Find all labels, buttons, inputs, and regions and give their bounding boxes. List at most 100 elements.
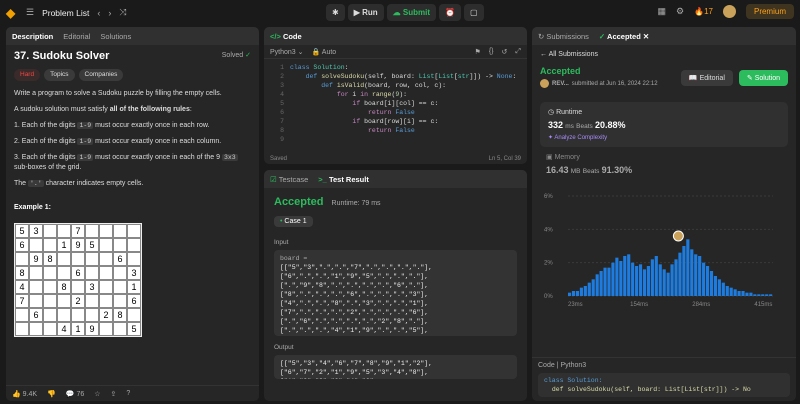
runtime-bar[interactable] bbox=[749, 292, 753, 296]
runtime-bar[interactable] bbox=[670, 264, 674, 296]
runtime-bar[interactable] bbox=[769, 294, 773, 296]
runtime-bar[interactable] bbox=[631, 262, 635, 296]
help-icon[interactable]: ? bbox=[126, 390, 130, 397]
expand-icon[interactable]: ⤢ bbox=[515, 48, 521, 56]
shuffle-icon[interactable]: ⤨ bbox=[119, 7, 126, 18]
runtime-bar[interactable] bbox=[595, 274, 599, 296]
language-select[interactable]: Python3 ⌄ bbox=[270, 48, 304, 56]
runtime-bar[interactable] bbox=[662, 269, 666, 296]
runtime-bar[interactable] bbox=[757, 294, 761, 296]
leetcode-logo-icon[interactable]: ◆ bbox=[6, 6, 18, 20]
runtime-bar[interactable] bbox=[678, 252, 682, 296]
runtime-bar[interactable] bbox=[638, 264, 643, 296]
streak-counter[interactable]: 🔥17 bbox=[694, 7, 713, 16]
runtime-bar[interactable] bbox=[635, 266, 639, 296]
runtime-bar[interactable] bbox=[650, 259, 654, 296]
prev-icon[interactable]: ‹ bbox=[97, 8, 100, 18]
runtime-bar[interactable] bbox=[619, 261, 623, 296]
gear-icon[interactable]: ⚙ bbox=[676, 6, 684, 17]
runtime-bar[interactable] bbox=[694, 254, 698, 296]
case-1-tab[interactable]: • Case 1 bbox=[274, 216, 313, 227]
runtime-bar[interactable] bbox=[729, 287, 733, 296]
companies-tag[interactable]: Companies bbox=[78, 69, 124, 81]
runtime-bar[interactable] bbox=[642, 269, 647, 296]
runtime-bar[interactable] bbox=[741, 291, 745, 296]
problem-list-link[interactable]: Problem List bbox=[42, 8, 89, 18]
runtime-bar[interactable] bbox=[686, 239, 690, 296]
runtime-bar[interactable] bbox=[721, 282, 725, 296]
next-icon[interactable]: › bbox=[108, 8, 111, 18]
runtime-bar[interactable] bbox=[568, 292, 572, 296]
runtime-bar[interactable] bbox=[591, 279, 595, 296]
tab-test-result[interactable]: >_ Test Result bbox=[318, 175, 369, 184]
debug-button[interactable]: ✱ bbox=[326, 4, 345, 21]
tab-description[interactable]: Description bbox=[12, 32, 53, 41]
runtime-bar[interactable] bbox=[761, 294, 765, 296]
runtime-bar[interactable] bbox=[753, 294, 757, 296]
runtime-bar[interactable] bbox=[571, 291, 576, 296]
run-button[interactable]: ▶ Run bbox=[347, 4, 384, 21]
bookmark-icon[interactable]: ⚑ bbox=[475, 48, 481, 56]
runtime-bar[interactable] bbox=[646, 266, 650, 296]
back-link[interactable]: ← All Submissions bbox=[540, 51, 788, 58]
notes-button[interactable]: ▢ bbox=[463, 4, 484, 21]
tab-accepted[interactable]: ✓ Accepted ✕ bbox=[599, 32, 649, 41]
premium-button[interactable]: Premium bbox=[745, 4, 794, 19]
avatar[interactable] bbox=[722, 5, 736, 18]
submit-button[interactable]: ☁ Submit bbox=[386, 4, 436, 21]
runtime-distribution-chart[interactable]: 6% 4% 2% 0% 23ms 154ms 284ms 415ms bbox=[540, 181, 788, 316]
dislike-icon[interactable]: 👎 bbox=[47, 390, 56, 398]
tab-submissions[interactable]: ↻ Submissions bbox=[538, 32, 589, 41]
star-icon[interactable]: ☆ bbox=[94, 390, 100, 398]
reset-icon[interactable]: ↺ bbox=[502, 48, 508, 56]
share-icon[interactable]: ⇪ bbox=[111, 390, 117, 398]
runtime-bar[interactable] bbox=[717, 279, 721, 296]
runtime-bar[interactable] bbox=[725, 286, 729, 296]
runtime-bar[interactable] bbox=[765, 294, 769, 296]
like-button[interactable]: 👍 9.4K bbox=[12, 390, 37, 398]
runtime-bar[interactable] bbox=[603, 267, 607, 296]
tab-code[interactable]: </> Code bbox=[270, 32, 302, 41]
topics-tag[interactable]: Topics bbox=[44, 69, 75, 81]
runtime-bar[interactable] bbox=[666, 272, 670, 296]
your-submission-marker[interactable] bbox=[672, 230, 684, 242]
list-icon[interactable]: ☰ bbox=[26, 7, 34, 18]
username[interactable]: REV... bbox=[552, 81, 569, 87]
tab-editorial[interactable]: Editorial bbox=[63, 32, 90, 41]
braces-icon[interactable]: {} bbox=[489, 48, 494, 55]
runtime-bar[interactable] bbox=[713, 276, 718, 296]
editorial-button[interactable]: 📖 Editorial bbox=[680, 70, 733, 86]
runtime-bar[interactable] bbox=[709, 271, 714, 296]
runtime-bar[interactable] bbox=[623, 256, 627, 296]
runtime-bar[interactable] bbox=[705, 266, 710, 296]
runtime-bar[interactable] bbox=[654, 256, 658, 296]
auto-toggle[interactable]: 🔒 Auto bbox=[312, 48, 337, 56]
tab-testcase[interactable]: ☑ Testcase bbox=[270, 175, 308, 184]
runtime-bar[interactable] bbox=[733, 289, 737, 296]
runtime-bar[interactable] bbox=[745, 292, 749, 296]
runtime-bar[interactable] bbox=[690, 249, 694, 296]
runtime-bar[interactable] bbox=[682, 246, 686, 296]
comments-button[interactable]: 💬 76 bbox=[66, 390, 84, 398]
runtime-bar[interactable] bbox=[575, 291, 580, 296]
tab-solutions[interactable]: Solutions bbox=[100, 32, 131, 41]
runtime-bar[interactable] bbox=[698, 256, 702, 296]
runtime-bar[interactable] bbox=[627, 254, 631, 296]
runtime-bar[interactable] bbox=[674, 259, 678, 296]
runtime-bar[interactable] bbox=[583, 286, 587, 296]
runtime-bar[interactable] bbox=[579, 287, 583, 296]
runtime-bar[interactable] bbox=[737, 291, 741, 296]
timer-button[interactable]: ⏰ bbox=[438, 4, 461, 21]
code-editor[interactable]: 123456789 class Solution: def solveSudok… bbox=[264, 59, 527, 148]
grid-icon[interactable]: ▦ bbox=[658, 6, 667, 17]
solution-button[interactable]: ✎ Solution bbox=[738, 70, 788, 86]
runtime-bar[interactable] bbox=[599, 271, 603, 296]
runtime-bar[interactable] bbox=[702, 262, 706, 296]
analyze-complexity-link[interactable]: ✦ Analyze Complexity bbox=[548, 134, 780, 141]
runtime-bar[interactable] bbox=[607, 267, 611, 296]
memory-section[interactable]: ▣ Memory 16.43 MB Beats 91.30% bbox=[540, 153, 788, 175]
runtime-bar[interactable] bbox=[615, 257, 619, 296]
runtime-bar[interactable] bbox=[587, 282, 591, 296]
runtime-bar[interactable] bbox=[611, 262, 615, 296]
runtime-bar[interactable] bbox=[658, 264, 662, 296]
